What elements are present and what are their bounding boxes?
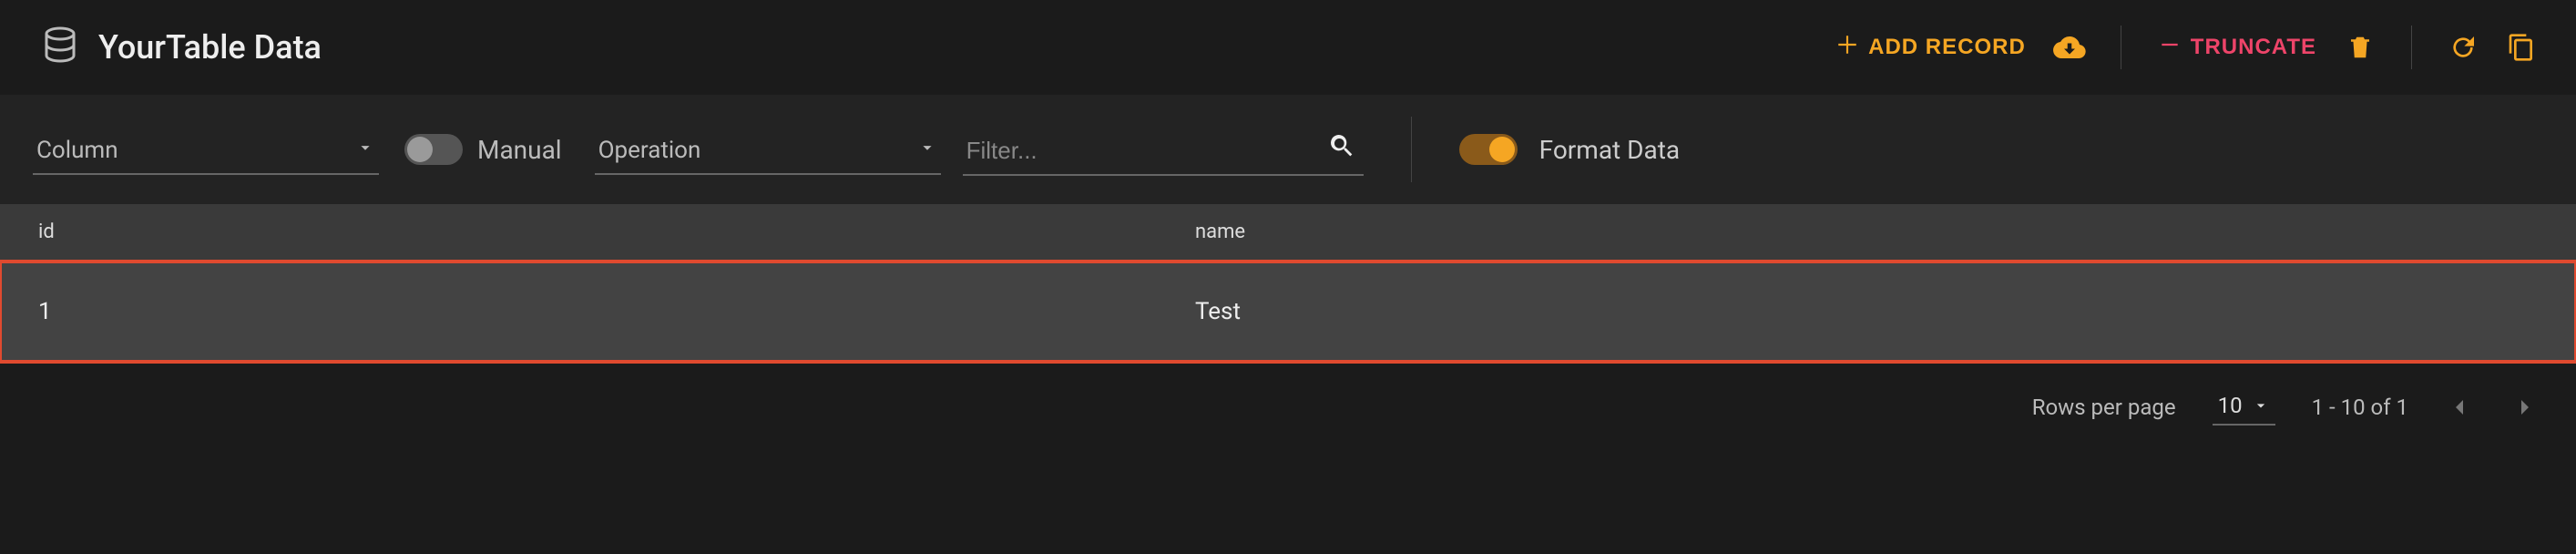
filter-divider xyxy=(1411,117,1412,182)
rows-per-page-value: 10 xyxy=(2218,393,2243,418)
add-record-button[interactable]: ADD RECORD xyxy=(1832,26,2029,70)
cell-name: Test xyxy=(1195,298,2538,325)
chevron-down-icon xyxy=(355,138,375,163)
rows-per-page-select[interactable]: 10 xyxy=(2213,389,2275,426)
search-icon[interactable] xyxy=(1309,126,1364,171)
header-actions: ADD RECORD TRUNCATE xyxy=(1832,26,2540,70)
truncate-button[interactable]: TRUNCATE xyxy=(2154,26,2320,70)
page-next-button[interactable] xyxy=(2510,393,2540,422)
column-header-id[interactable]: id xyxy=(38,221,1195,243)
operation-select-label: Operation xyxy=(598,137,701,164)
data-table: id name 1Test Rows per page 10 1 - 10 of… xyxy=(0,204,2576,453)
column-select[interactable]: Column xyxy=(33,124,379,175)
format-data-group: Format Data xyxy=(1459,134,1681,165)
page-title: YourTable Data xyxy=(98,28,322,67)
column-header-name[interactable]: name xyxy=(1195,221,2538,243)
plus-icon xyxy=(1835,33,1859,63)
rows-per-page-label: Rows per page xyxy=(2032,395,2176,420)
copy-button[interactable] xyxy=(2503,29,2540,66)
chevron-down-icon xyxy=(2252,396,2270,415)
cell-id: 1 xyxy=(38,298,1195,325)
refresh-button[interactable] xyxy=(2445,29,2481,66)
add-record-label: ADD RECORD xyxy=(1868,35,2026,60)
header-divider-2 xyxy=(2411,26,2412,69)
page-prev-button[interactable] xyxy=(2445,393,2474,422)
filter-input-wrap xyxy=(963,124,1364,176)
table-body: 1Test xyxy=(0,262,2576,362)
delete-button[interactable] xyxy=(2342,29,2378,66)
filter-bar: Column Manual Operation Format Data xyxy=(0,95,2576,204)
manual-label: Manual xyxy=(477,135,562,165)
chevron-down-icon xyxy=(917,138,937,163)
filter-input[interactable] xyxy=(963,124,1309,174)
table-footer: Rows per page 10 1 - 10 of 1 xyxy=(0,362,2576,453)
format-data-toggle[interactable] xyxy=(1459,134,1518,165)
truncate-label: TRUNCATE xyxy=(2191,35,2316,60)
pagination-range: 1 - 10 of 1 xyxy=(2312,395,2408,420)
database-icon xyxy=(44,26,77,68)
table-header: id name xyxy=(0,204,2576,261)
manual-toggle[interactable] xyxy=(404,134,463,165)
column-select-label: Column xyxy=(36,137,118,164)
manual-toggle-group: Manual xyxy=(404,134,562,165)
header-bar: YourTable Data ADD RECORD TRUNCATE xyxy=(0,0,2576,95)
format-data-label: Format Data xyxy=(1539,135,1681,165)
download-cloud-button[interactable] xyxy=(2051,29,2088,66)
table-row[interactable]: 1Test xyxy=(0,262,2576,362)
operation-select[interactable]: Operation xyxy=(595,124,941,175)
minus-icon xyxy=(2158,33,2182,63)
